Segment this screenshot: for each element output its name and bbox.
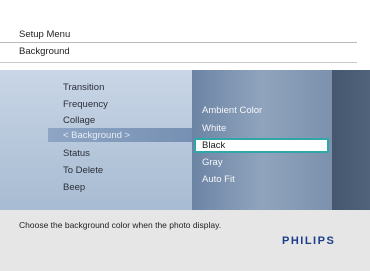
help-text: Choose the background color when the pho… (19, 220, 222, 230)
option-ambient-color[interactable]: Ambient Color (202, 105, 262, 116)
menu-area: Transition Frequency Collage < Backgroun… (0, 70, 370, 210)
page-subtitle: Background (19, 46, 70, 57)
menu-item-transition[interactable]: Transition (63, 82, 104, 93)
header: Setup Menu Background (0, 0, 370, 70)
philips-logo: PHILIPS (282, 235, 336, 247)
menu-item-status[interactable]: Status (63, 148, 90, 159)
option-auto-fit[interactable]: Auto Fit (202, 174, 235, 185)
option-gray[interactable]: Gray (202, 157, 223, 168)
menu-item-background[interactable]: < Background > (63, 130, 130, 141)
option-black[interactable]: Black (202, 140, 225, 151)
device-screen: Setup Menu Background Transition Frequen… (0, 0, 370, 271)
menu-item-collage[interactable]: Collage (63, 115, 95, 126)
menu-item-beep[interactable]: Beep (63, 182, 85, 193)
menu-item-frequency[interactable]: Frequency (63, 99, 108, 110)
menu-item-to-delete[interactable]: To Delete (63, 165, 103, 176)
option-white[interactable]: White (202, 123, 226, 134)
edge-panel (332, 70, 370, 210)
page-title: Setup Menu (19, 29, 71, 40)
